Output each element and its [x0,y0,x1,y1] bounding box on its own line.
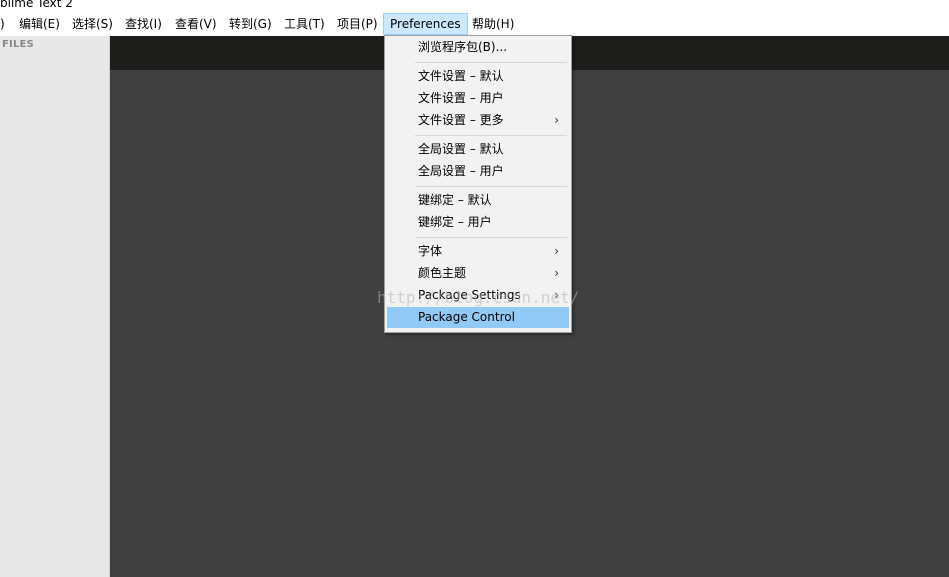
menu-item-key-bindings-user[interactable]: 键绑定 – 用户 [387,212,569,233]
sidebar-files-heading: FILES [2,39,34,50]
menu-item-label: 文件设置 – 用户 [418,91,504,105]
menu-item-label: 键绑定 – 默认 [418,193,492,207]
menu-item-label: 颜色主题 [418,266,467,280]
menu-item-file-settings-user[interactable]: 文件设置 – 用户 [387,88,569,109]
menu-item-label: 文件设置 – 默认 [418,69,504,83]
chevron-right-icon: › [554,266,559,280]
menu-selection[interactable]: 选择(S) [66,14,119,34]
menu-separator [415,186,567,187]
menu-edit[interactable]: 编辑(E) [13,14,66,34]
menu-file[interactable]: ) [0,14,11,34]
menu-item-global-settings-default[interactable]: 全局设置 – 默认 [387,139,569,160]
window-title: blime Text 2 [0,0,73,10]
menu-separator [415,135,567,136]
menu-item-package-control[interactable]: Package Control [387,307,569,328]
menu-find[interactable]: 查找(I) [119,14,168,34]
menu-item-file-settings-default[interactable]: 文件设置 – 默认 [387,66,569,87]
sidebar: FILES [0,36,110,577]
menu-separator [415,237,567,238]
menu-item-browse-packages[interactable]: 浏览程序包(B)... [387,37,569,58]
chevron-right-icon: › [554,113,559,127]
menu-project[interactable]: 项目(P) [331,14,384,34]
menu-separator [415,62,567,63]
menu-item-label: 全局设置 – 默认 [418,142,504,156]
menu-item-label: 键绑定 – 用户 [418,215,492,229]
chevron-right-icon: › [554,244,559,258]
menu-item-label: Package Settings [418,288,521,302]
menu-item-color-scheme[interactable]: 颜色主题 › [387,263,569,284]
menu-item-key-bindings-default[interactable]: 键绑定 – 默认 [387,190,569,211]
menu-goto[interactable]: 转到(G) [223,14,278,34]
menu-item-label: Package Control [418,310,515,324]
preferences-dropdown: 浏览程序包(B)... 文件设置 – 默认 文件设置 – 用户 文件设置 – 更… [384,35,572,333]
chevron-right-icon: › [554,288,559,302]
title-bar: blime Text 2 [0,0,949,12]
menu-help[interactable]: 帮助(H) [466,14,520,34]
menu-item-label: 浏览程序包(B)... [418,40,508,54]
menu-tools[interactable]: 工具(T) [278,14,331,34]
menu-bar: ) 编辑(E) 选择(S) 查找(I) 查看(V) 转到(G) 工具(T) 项目… [0,12,949,36]
menu-item-package-settings[interactable]: Package Settings › [387,285,569,306]
menu-preferences[interactable]: Preferences [383,13,468,35]
menu-item-label: 文件设置 – 更多 [418,113,504,127]
menu-item-label: 字体 [418,244,443,258]
menu-item-file-settings-more[interactable]: 文件设置 – 更多 › [387,110,569,131]
menu-item-global-settings-user[interactable]: 全局设置 – 用户 [387,161,569,182]
menu-item-label: 全局设置 – 用户 [418,164,504,178]
menu-item-font[interactable]: 字体 › [387,241,569,262]
menu-view[interactable]: 查看(V) [169,14,223,34]
